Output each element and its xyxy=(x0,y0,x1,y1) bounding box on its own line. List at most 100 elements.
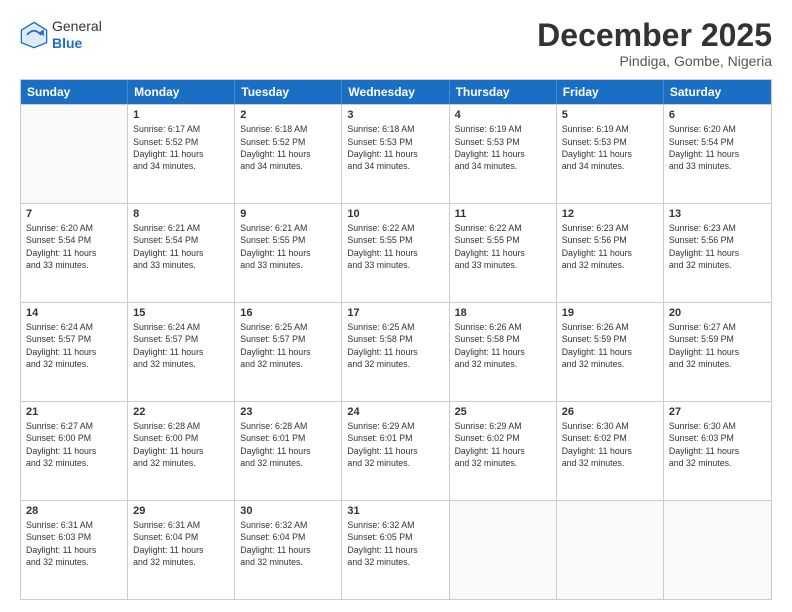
day-info: Sunrise: 6:31 AM Sunset: 6:03 PM Dayligh… xyxy=(26,519,122,568)
day-number: 31 xyxy=(347,505,443,517)
cal-cell: 21 Sunrise: 6:27 AM Sunset: 6:00 PM Dayli… xyxy=(21,402,128,500)
cal-cell: 14 Sunrise: 6:24 AM Sunset: 5:57 PM Dayli… xyxy=(21,303,128,401)
cal-cell: 17 Sunrise: 6:25 AM Sunset: 5:58 PM Dayli… xyxy=(342,303,449,401)
day-info: Sunrise: 6:28 AM Sunset: 6:01 PM Dayligh… xyxy=(240,420,336,469)
cal-cell: 15Sunrise: 6:24 AM Sunset: 5:57 PM Dayli… xyxy=(128,303,235,401)
day-info: Sunrise: 6:20 AM Sunset: 5:54 PM Dayligh… xyxy=(26,222,122,271)
cal-cell: 23 Sunrise: 6:28 AM Sunset: 6:01 PM Dayli… xyxy=(235,402,342,500)
day-info: Sunrise: 6:25 AM Sunset: 5:57 PM Dayligh… xyxy=(240,321,336,370)
cal-cell: 3Sunrise: 6:18 AM Sunset: 5:53 PM Daylig… xyxy=(342,105,449,203)
day-info: Sunrise: 6:18 AM Sunset: 5:53 PM Dayligh… xyxy=(347,123,443,172)
day-info: Sunrise: 6:22 AM Sunset: 5:55 PM Dayligh… xyxy=(347,222,443,271)
day-info: Sunrise: 6:30 AM Sunset: 6:02 PM Dayligh… xyxy=(562,420,658,469)
week-row-1: 1 Sunrise: 6:17 AM Sunset: 5:52 PM Daylig… xyxy=(21,104,771,203)
day-info: Sunrise: 6:24 AM Sunset: 5:57 PM Dayligh… xyxy=(133,321,229,370)
cal-cell: 11 Sunrise: 6:22 AM Sunset: 5:55 PM Dayli… xyxy=(450,204,557,302)
cal-cell: 28Sunrise: 6:31 AM Sunset: 6:03 PM Dayli… xyxy=(21,501,128,599)
week-row-2: 7 Sunrise: 6:20 AM Sunset: 5:54 PM Daylig… xyxy=(21,203,771,302)
calendar: SundayMondayTuesdayWednesdayThursdayFrid… xyxy=(20,79,772,600)
day-number: 12 xyxy=(562,208,658,220)
day-info: Sunrise: 6:29 AM Sunset: 6:01 PM Dayligh… xyxy=(347,420,443,469)
day-number: 23 xyxy=(240,406,336,418)
cal-cell xyxy=(664,501,771,599)
day-info: Sunrise: 6:18 AM Sunset: 5:52 PM Dayligh… xyxy=(240,123,336,172)
header-day-monday: Monday xyxy=(128,80,235,104)
day-number: 18 xyxy=(455,307,551,319)
day-info: Sunrise: 6:29 AM Sunset: 6:02 PM Dayligh… xyxy=(455,420,551,469)
day-number: 26 xyxy=(562,406,658,418)
logo-blue: Blue xyxy=(52,35,102,52)
day-info: Sunrise: 6:21 AM Sunset: 5:54 PM Dayligh… xyxy=(133,222,229,271)
day-number: 4 xyxy=(455,109,551,121)
cal-cell: 8Sunrise: 6:21 AM Sunset: 5:54 PM Daylig… xyxy=(128,204,235,302)
cal-cell: 10 Sunrise: 6:22 AM Sunset: 5:55 PM Dayli… xyxy=(342,204,449,302)
week-row-3: 14 Sunrise: 6:24 AM Sunset: 5:57 PM Dayli… xyxy=(21,302,771,401)
cal-cell xyxy=(557,501,664,599)
header-day-friday: Friday xyxy=(557,80,664,104)
cal-cell xyxy=(450,501,557,599)
cal-cell: 20 Sunrise: 6:27 AM Sunset: 5:59 PM Dayli… xyxy=(664,303,771,401)
day-info: Sunrise: 6:26 AM Sunset: 5:59 PM Dayligh… xyxy=(562,321,658,370)
cal-cell xyxy=(21,105,128,203)
calendar-header: SundayMondayTuesdayWednesdayThursdayFrid… xyxy=(21,80,771,104)
header-day-wednesday: Wednesday xyxy=(342,80,449,104)
cal-cell: 9 Sunrise: 6:21 AM Sunset: 5:55 PM Daylig… xyxy=(235,204,342,302)
day-number: 21 xyxy=(26,406,122,418)
day-info: Sunrise: 6:23 AM Sunset: 5:56 PM Dayligh… xyxy=(562,222,658,271)
cal-cell: 18 Sunrise: 6:26 AM Sunset: 5:58 PM Dayli… xyxy=(450,303,557,401)
header-day-saturday: Saturday xyxy=(664,80,771,104)
day-info: Sunrise: 6:26 AM Sunset: 5:58 PM Dayligh… xyxy=(455,321,551,370)
day-number: 5 xyxy=(562,109,658,121)
week-row-4: 21 Sunrise: 6:27 AM Sunset: 6:00 PM Dayli… xyxy=(21,401,771,500)
calendar-body: 1 Sunrise: 6:17 AM Sunset: 5:52 PM Daylig… xyxy=(21,104,771,599)
cal-cell: 6Sunrise: 6:20 AM Sunset: 5:54 PM Daylig… xyxy=(664,105,771,203)
cal-cell: 26 Sunrise: 6:30 AM Sunset: 6:02 PM Dayli… xyxy=(557,402,664,500)
day-info: Sunrise: 6:19 AM Sunset: 5:53 PM Dayligh… xyxy=(562,123,658,172)
day-info: Sunrise: 6:21 AM Sunset: 5:55 PM Dayligh… xyxy=(240,222,336,271)
day-number: 9 xyxy=(240,208,336,220)
day-info: Sunrise: 6:27 AM Sunset: 5:59 PM Dayligh… xyxy=(669,321,766,370)
day-number: 27 xyxy=(669,406,766,418)
cal-cell: 19Sunrise: 6:26 AM Sunset: 5:59 PM Dayli… xyxy=(557,303,664,401)
logo-general: General xyxy=(52,18,102,35)
logo-icon xyxy=(20,21,48,49)
day-info: Sunrise: 6:17 AM Sunset: 5:52 PM Dayligh… xyxy=(133,123,229,172)
day-number: 2 xyxy=(240,109,336,121)
cal-cell: 1 Sunrise: 6:17 AM Sunset: 5:52 PM Daylig… xyxy=(128,105,235,203)
day-number: 7 xyxy=(26,208,122,220)
cal-cell: 12 Sunrise: 6:23 AM Sunset: 5:56 PM Dayli… xyxy=(557,204,664,302)
day-number: 24 xyxy=(347,406,443,418)
day-number: 1 xyxy=(133,109,229,121)
cal-cell: 25 Sunrise: 6:29 AM Sunset: 6:02 PM Dayli… xyxy=(450,402,557,500)
cal-cell: 2 Sunrise: 6:18 AM Sunset: 5:52 PM Daylig… xyxy=(235,105,342,203)
day-number: 16 xyxy=(240,307,336,319)
day-info: Sunrise: 6:31 AM Sunset: 6:04 PM Dayligh… xyxy=(133,519,229,568)
cal-cell: 16 Sunrise: 6:25 AM Sunset: 5:57 PM Dayli… xyxy=(235,303,342,401)
day-info: Sunrise: 6:22 AM Sunset: 5:55 PM Dayligh… xyxy=(455,222,551,271)
day-number: 10 xyxy=(347,208,443,220)
day-number: 17 xyxy=(347,307,443,319)
header-day-tuesday: Tuesday xyxy=(235,80,342,104)
day-number: 25 xyxy=(455,406,551,418)
header-day-thursday: Thursday xyxy=(450,80,557,104)
day-info: Sunrise: 6:25 AM Sunset: 5:58 PM Dayligh… xyxy=(347,321,443,370)
page: General Blue December 2025 Pindiga, Gomb… xyxy=(0,0,792,612)
day-info: Sunrise: 6:27 AM Sunset: 6:00 PM Dayligh… xyxy=(26,420,122,469)
day-number: 20 xyxy=(669,307,766,319)
logo-text: General Blue xyxy=(52,18,102,52)
day-number: 22 xyxy=(133,406,229,418)
cal-cell: 27 Sunrise: 6:30 AM Sunset: 6:03 PM Dayli… xyxy=(664,402,771,500)
day-number: 13 xyxy=(669,208,766,220)
day-info: Sunrise: 6:30 AM Sunset: 6:03 PM Dayligh… xyxy=(669,420,766,469)
cal-cell: 31 Sunrise: 6:32 AM Sunset: 6:05 PM Dayli… xyxy=(342,501,449,599)
day-info: Sunrise: 6:32 AM Sunset: 6:05 PM Dayligh… xyxy=(347,519,443,568)
cal-cell: 22Sunrise: 6:28 AM Sunset: 6:00 PM Dayli… xyxy=(128,402,235,500)
day-number: 11 xyxy=(455,208,551,220)
location: Pindiga, Gombe, Nigeria xyxy=(537,53,772,69)
day-number: 6 xyxy=(669,109,766,121)
day-number: 30 xyxy=(240,505,336,517)
day-number: 14 xyxy=(26,307,122,319)
day-info: Sunrise: 6:24 AM Sunset: 5:57 PM Dayligh… xyxy=(26,321,122,370)
day-info: Sunrise: 6:32 AM Sunset: 6:04 PM Dayligh… xyxy=(240,519,336,568)
day-info: Sunrise: 6:19 AM Sunset: 5:53 PM Dayligh… xyxy=(455,123,551,172)
